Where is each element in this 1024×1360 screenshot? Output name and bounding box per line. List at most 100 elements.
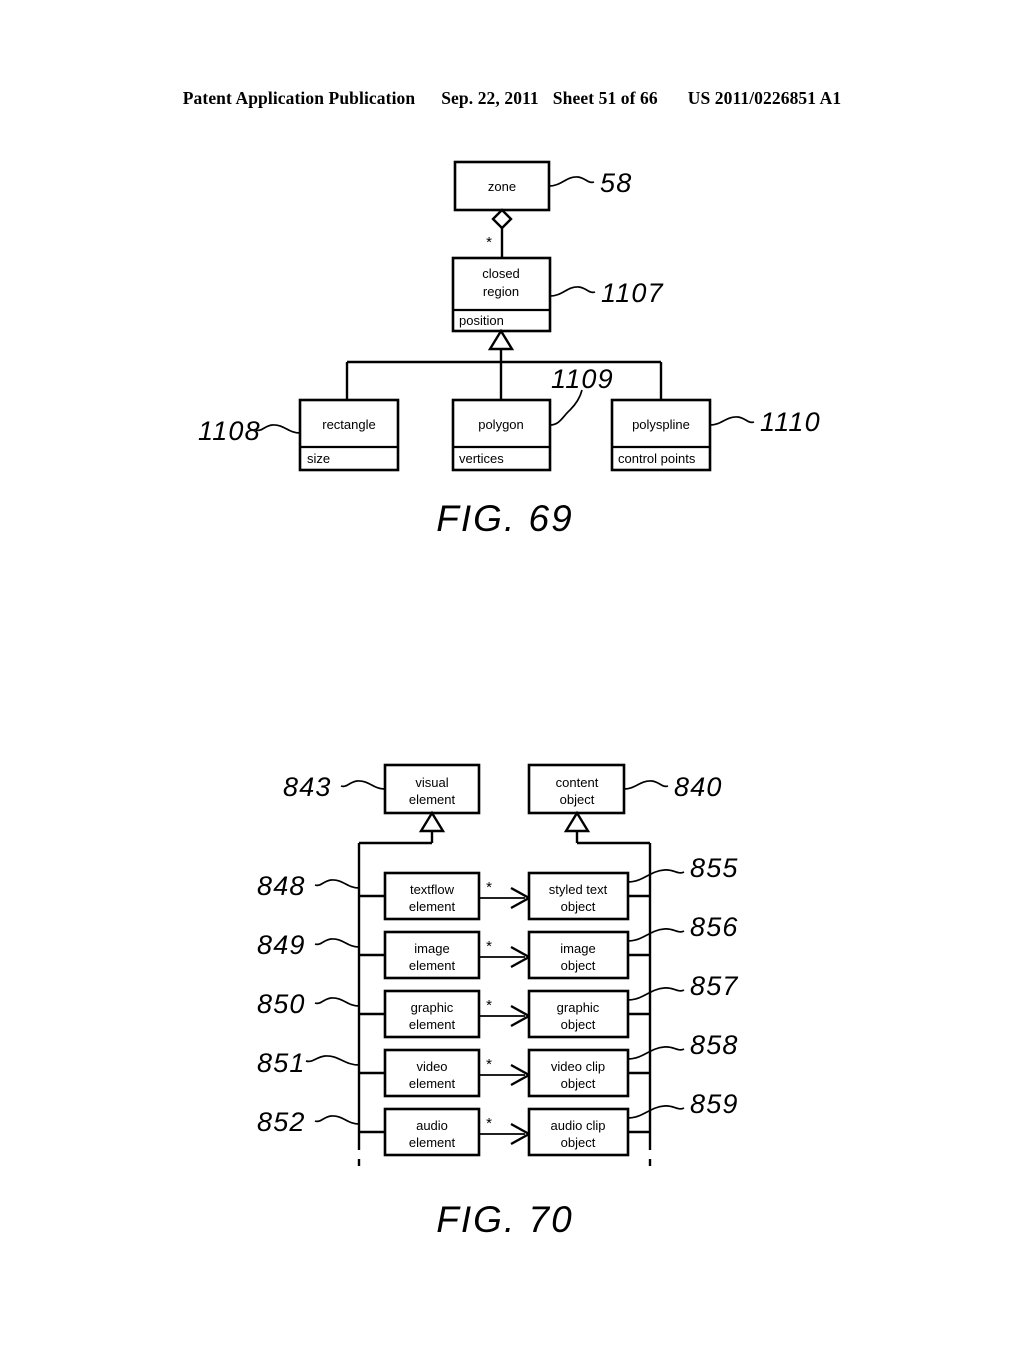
multiplicity-star: *: [486, 234, 492, 251]
leader-line-840: [623, 780, 669, 790]
class-box-rectangle: rectangle size: [298, 398, 400, 472]
class-box-video-clip-object: video clip object: [527, 1048, 630, 1098]
reference-numeral-840: 840: [674, 772, 723, 802]
aggregation-zone-closed-region: *: [486, 208, 513, 258]
class-box-zone: zone: [453, 160, 551, 212]
leader-line-1108: [255, 424, 301, 434]
class-name-rectangle: rectangle: [322, 417, 375, 432]
class-name-textflow-element-line2: element: [409, 899, 456, 914]
leader-line-852: [314, 1115, 360, 1125]
reference-numeral-859: 859: [690, 1089, 739, 1119]
class-attribute-vertices: vertices: [459, 451, 504, 466]
leader-line-843: [340, 780, 386, 790]
class-name-polygon: polygon: [478, 417, 524, 432]
header-sheet: Sheet 51 of 66: [552, 88, 658, 108]
class-name-audio-element-line2: element: [409, 1135, 456, 1150]
class-attribute-size: size: [307, 451, 330, 466]
leader-line-859: [627, 1105, 685, 1119]
reference-numeral-856: 856: [690, 912, 739, 942]
generalization-arrow-closed-region: [487, 328, 515, 362]
class-name-video-clip-object-line1: video clip: [551, 1059, 605, 1074]
class-name-image-element-line2: element: [409, 958, 456, 973]
reference-numeral-857: 857: [690, 971, 739, 1001]
leader-line-849: [314, 938, 360, 948]
class-name-styled-text-object-line1: styled text: [549, 882, 608, 897]
class-name-closed-region-line1: closed: [482, 266, 520, 281]
class-name-audio-clip-object-line1: audio clip: [551, 1118, 606, 1133]
leader-line-857: [627, 987, 685, 1001]
multiplicity-star: *: [486, 997, 492, 1014]
sheet-header: Patent Application Publication Sep. 22, 2…: [0, 88, 1024, 109]
class-name-video-element-line1: video: [416, 1059, 447, 1074]
reference-numeral-852: 852: [257, 1107, 306, 1137]
diagram-row: image element * image object 849 856: [257, 912, 739, 980]
class-name-visual-element-line2: element: [409, 792, 456, 807]
class-box-audio-clip-object: audio clip object: [527, 1107, 630, 1157]
class-name-audio-element-line1: audio: [416, 1118, 448, 1133]
class-box-textflow-element: textflow element: [383, 871, 481, 921]
class-name-visual-element-line1: visual: [415, 775, 448, 790]
leader-line-848: [314, 879, 360, 889]
multiplicity-star: *: [486, 1115, 492, 1132]
reference-numeral-1110: 1110: [760, 407, 821, 437]
class-box-closed-region: closed region position: [451, 256, 552, 333]
class-box-polyspline: polyspline control points: [610, 398, 712, 472]
reference-numeral-855: 855: [690, 853, 739, 883]
class-name-image-element-line1: image: [414, 941, 449, 956]
leader-line-1110: [709, 416, 755, 426]
multiplicity-star: *: [486, 879, 492, 896]
reference-numeral-1108: 1108: [198, 416, 261, 446]
leader-line-856: [627, 928, 685, 942]
class-box-image-element: image element: [383, 930, 481, 980]
leader-line-1107: [549, 286, 596, 297]
class-name-audio-clip-object-line2: object: [561, 1135, 596, 1150]
generalization-triangle-icon-right: [563, 810, 591, 833]
class-box-styled-text-object: styled text object: [527, 871, 630, 921]
class-name-content-object-line2: object: [560, 792, 595, 807]
class-box-content-object: content object: [527, 763, 626, 815]
header-date: Sep. 22, 2011: [441, 88, 539, 108]
class-name-graphic-element-line1: graphic: [411, 1000, 454, 1015]
reference-numeral-849: 849: [257, 930, 306, 960]
class-attribute-control-points: control points: [618, 451, 696, 466]
class-attribute-position: position: [459, 313, 504, 328]
class-box-visual-element: visual element: [383, 763, 481, 815]
leader-line-855: [627, 869, 685, 883]
class-name-image-object-line2: object: [561, 958, 596, 973]
diagram-row: video element * video clip object 851 85…: [257, 1030, 737, 1098]
class-name-video-element-line2: element: [409, 1076, 456, 1091]
class-box-graphic-element: graphic element: [383, 989, 481, 1039]
class-name-closed-region-line2: region: [483, 284, 519, 299]
diagram-row: audio element * audio clip object 852 85…: [257, 1089, 739, 1157]
generalization-arrow-content-object: [563, 810, 650, 845]
figure-69: zone 58 * closed region position 1107 re…: [198, 160, 821, 539]
reference-numeral-843: 843: [283, 772, 332, 802]
reference-numeral-1107: 1107: [601, 278, 664, 308]
multiplicity-star: *: [486, 1056, 492, 1073]
class-box-polygon: polygon vertices: [451, 398, 552, 472]
class-name-textflow-element-line1: textflow: [410, 882, 455, 897]
patent-drawing-sheet: Patent Application Publication Sep. 22, 2…: [0, 0, 1024, 1320]
leader-line-850: [314, 997, 360, 1007]
class-name-styled-text-object-line2: object: [561, 899, 596, 914]
class-name-polyspline: polyspline: [632, 417, 690, 432]
generalization-arrow-visual-element: [359, 810, 446, 845]
class-name-video-clip-object-line2: object: [561, 1076, 596, 1091]
leader-line-851: [305, 1055, 360, 1066]
figure-70: visual element 843 content object 840 te…: [257, 763, 739, 1240]
class-name-zone: zone: [488, 179, 516, 194]
figure-caption-69: FIG. 69: [436, 498, 573, 539]
header-publication: Patent Application Publication: [182, 88, 416, 108]
class-name-image-object-line1: image: [560, 941, 595, 956]
generalization-triangle-icon-left: [418, 810, 446, 833]
class-name-graphic-object-line2: object: [561, 1017, 596, 1032]
diagram-row: graphic element * graphic object 850 857: [257, 971, 739, 1039]
header-patent-number: US 2011/0226851 A1: [687, 88, 842, 108]
class-box-image-object: image object: [527, 930, 630, 980]
leader-line-1109: [549, 389, 583, 426]
leader-line-858: [627, 1046, 685, 1060]
reference-numeral-58: 58: [600, 168, 632, 198]
class-box-video-element: video element: [383, 1048, 481, 1098]
generalization-triangle-icon: [487, 328, 515, 351]
figure-caption-70: FIG. 70: [436, 1199, 573, 1240]
